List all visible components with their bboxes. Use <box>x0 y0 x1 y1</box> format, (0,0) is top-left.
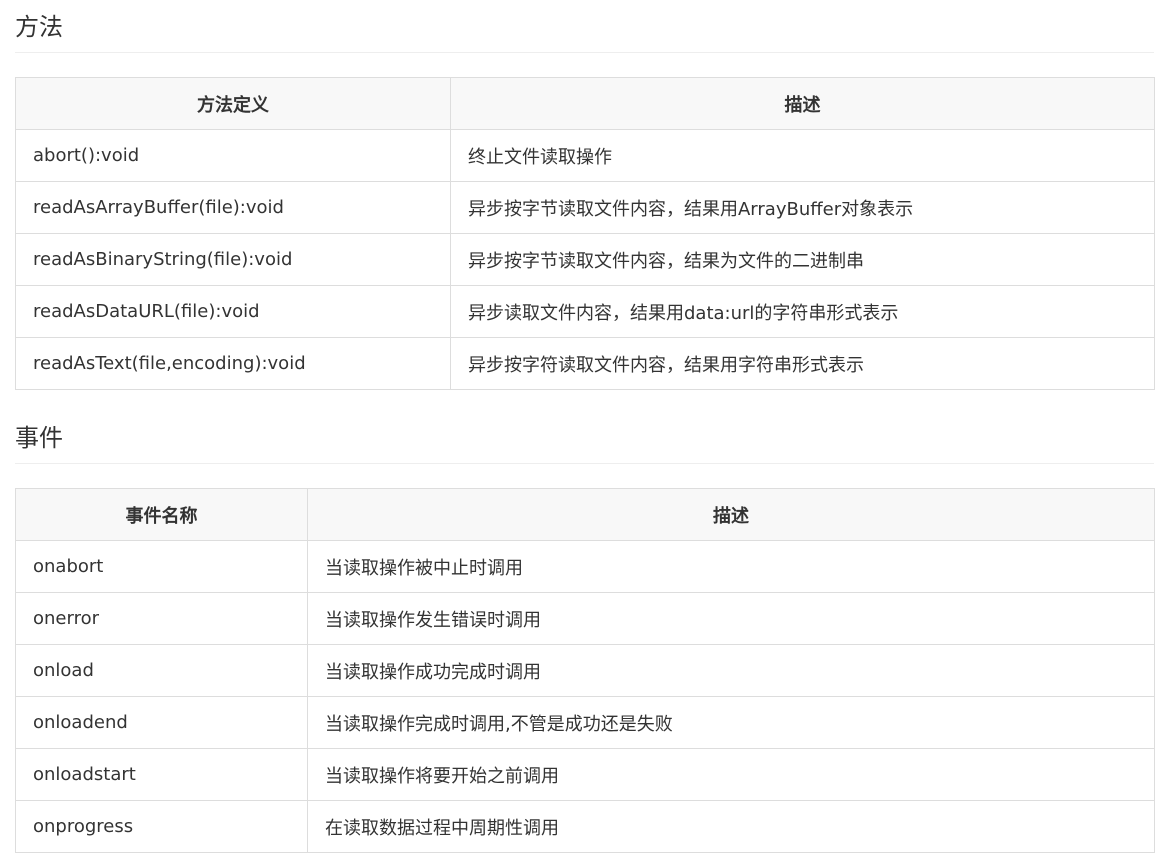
method-description-cell: 终止文件读取操作 <box>450 129 1155 182</box>
event-description-cell: 当读取操作成功完成时调用 <box>307 644 1155 697</box>
table-header-row: 事件名称 描述 <box>15 488 1155 541</box>
event-description-cell: 在读取数据过程中周期性调用 <box>307 800 1155 853</box>
method-name-cell: abort():void <box>15 129 451 182</box>
table-row: onabort 当读取操作被中止时调用 <box>15 540 1155 593</box>
method-description-cell: 异步按字符读取文件内容，结果用字符串形式表示 <box>450 337 1155 390</box>
section-title-methods: 方法 <box>15 13 63 41</box>
table-row: onprogress 在读取数据过程中周期性调用 <box>15 800 1155 853</box>
section-divider <box>15 52 1154 53</box>
column-header-description: 描述 <box>307 488 1155 541</box>
method-description-cell: 异步按字节读取文件内容，结果用ArrayBuffer对象表示 <box>450 181 1155 234</box>
table-row: abort():void 终止文件读取操作 <box>15 129 1155 182</box>
column-header-method-definition: 方法定义 <box>15 77 451 130</box>
event-description-cell: 当读取操作将要开始之前调用 <box>307 748 1155 801</box>
table-row: readAsText(file,encoding):void 异步按字符读取文件… <box>15 337 1155 390</box>
section-title-events: 事件 <box>15 424 63 452</box>
table-row: readAsBinaryString(file):void 异步按字节读取文件内… <box>15 233 1155 286</box>
event-name-cell: onprogress <box>15 800 308 853</box>
event-name-cell: onabort <box>15 540 308 593</box>
method-name-cell: readAsBinaryString(file):void <box>15 233 451 286</box>
events-table: 事件名称 描述 onabort 当读取操作被中止时调用 onerror 当读取操… <box>15 488 1155 853</box>
method-name-cell: readAsDataURL(file):void <box>15 285 451 338</box>
event-name-cell: onloadstart <box>15 748 308 801</box>
table-row: onload 当读取操作成功完成时调用 <box>15 644 1155 697</box>
event-description-cell: 当读取操作发生错误时调用 <box>307 592 1155 645</box>
table-row: readAsArrayBuffer(file):void 异步按字节读取文件内容… <box>15 181 1155 234</box>
table-row: onloadend 当读取操作完成时调用,不管是成功还是失败 <box>15 696 1155 749</box>
column-header-event-name: 事件名称 <box>15 488 308 541</box>
event-description-cell: 当读取操作完成时调用,不管是成功还是失败 <box>307 696 1155 749</box>
table-header-row: 方法定义 描述 <box>15 77 1155 130</box>
event-name-cell: onloadend <box>15 696 308 749</box>
method-name-cell: readAsText(file,encoding):void <box>15 337 451 390</box>
method-description-cell: 异步读取文件内容，结果用data:url的字符串形式表示 <box>450 285 1155 338</box>
method-name-cell: readAsArrayBuffer(file):void <box>15 181 451 234</box>
methods-table: 方法定义 描述 abort():void 终止文件读取操作 readAsArra… <box>15 77 1155 390</box>
event-name-cell: onerror <box>15 592 308 645</box>
event-name-cell: onload <box>15 644 308 697</box>
column-header-description: 描述 <box>450 77 1155 130</box>
table-row: readAsDataURL(file):void 异步读取文件内容，结果用dat… <box>15 285 1155 338</box>
table-row: onloadstart 当读取操作将要开始之前调用 <box>15 748 1155 801</box>
section-divider <box>15 463 1154 464</box>
table-row: onerror 当读取操作发生错误时调用 <box>15 592 1155 645</box>
method-description-cell: 异步按字节读取文件内容，结果为文件的二进制串 <box>450 233 1155 286</box>
event-description-cell: 当读取操作被中止时调用 <box>307 540 1155 593</box>
